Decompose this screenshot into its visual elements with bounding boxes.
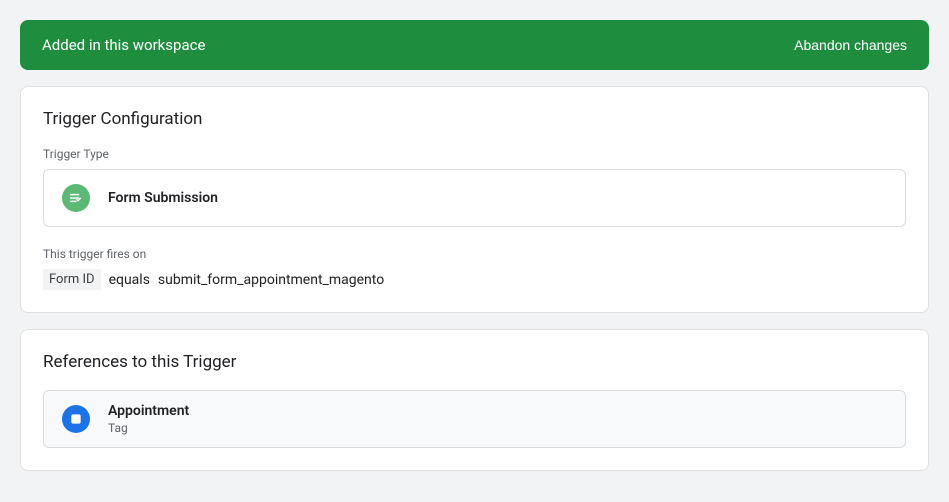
reference-text: Appointment Tag <box>108 403 189 435</box>
reference-name: Appointment <box>108 403 189 419</box>
trigger-type-value: Form Submission <box>108 190 218 206</box>
reference-item[interactable]: Appointment Tag <box>43 390 906 448</box>
abandon-changes-button[interactable]: Abandon changes <box>794 37 907 53</box>
references-title: References to this Trigger <box>43 352 906 372</box>
trigger-config-card: Trigger Configuration Trigger Type Form … <box>20 86 929 313</box>
workspace-banner: Added in this workspace Abandon changes <box>20 20 929 70</box>
reference-type: Tag <box>108 421 189 435</box>
trigger-type-label: Trigger Type <box>43 147 906 161</box>
banner-title: Added in this workspace <box>42 36 205 54</box>
condition-value: submit_form_appointment_magento <box>158 272 384 288</box>
tag-icon <box>62 405 90 433</box>
trigger-condition: Form ID equals submit_form_appointment_m… <box>43 269 906 290</box>
fires-on-label: This trigger fires on <box>43 247 906 261</box>
form-submission-icon <box>62 184 90 212</box>
references-card: References to this Trigger Appointment T… <box>20 329 929 471</box>
config-title: Trigger Configuration <box>43 109 906 129</box>
condition-key: Form ID <box>43 269 101 290</box>
trigger-type-selector[interactable]: Form Submission <box>43 169 906 227</box>
condition-operator: equals <box>109 272 150 288</box>
